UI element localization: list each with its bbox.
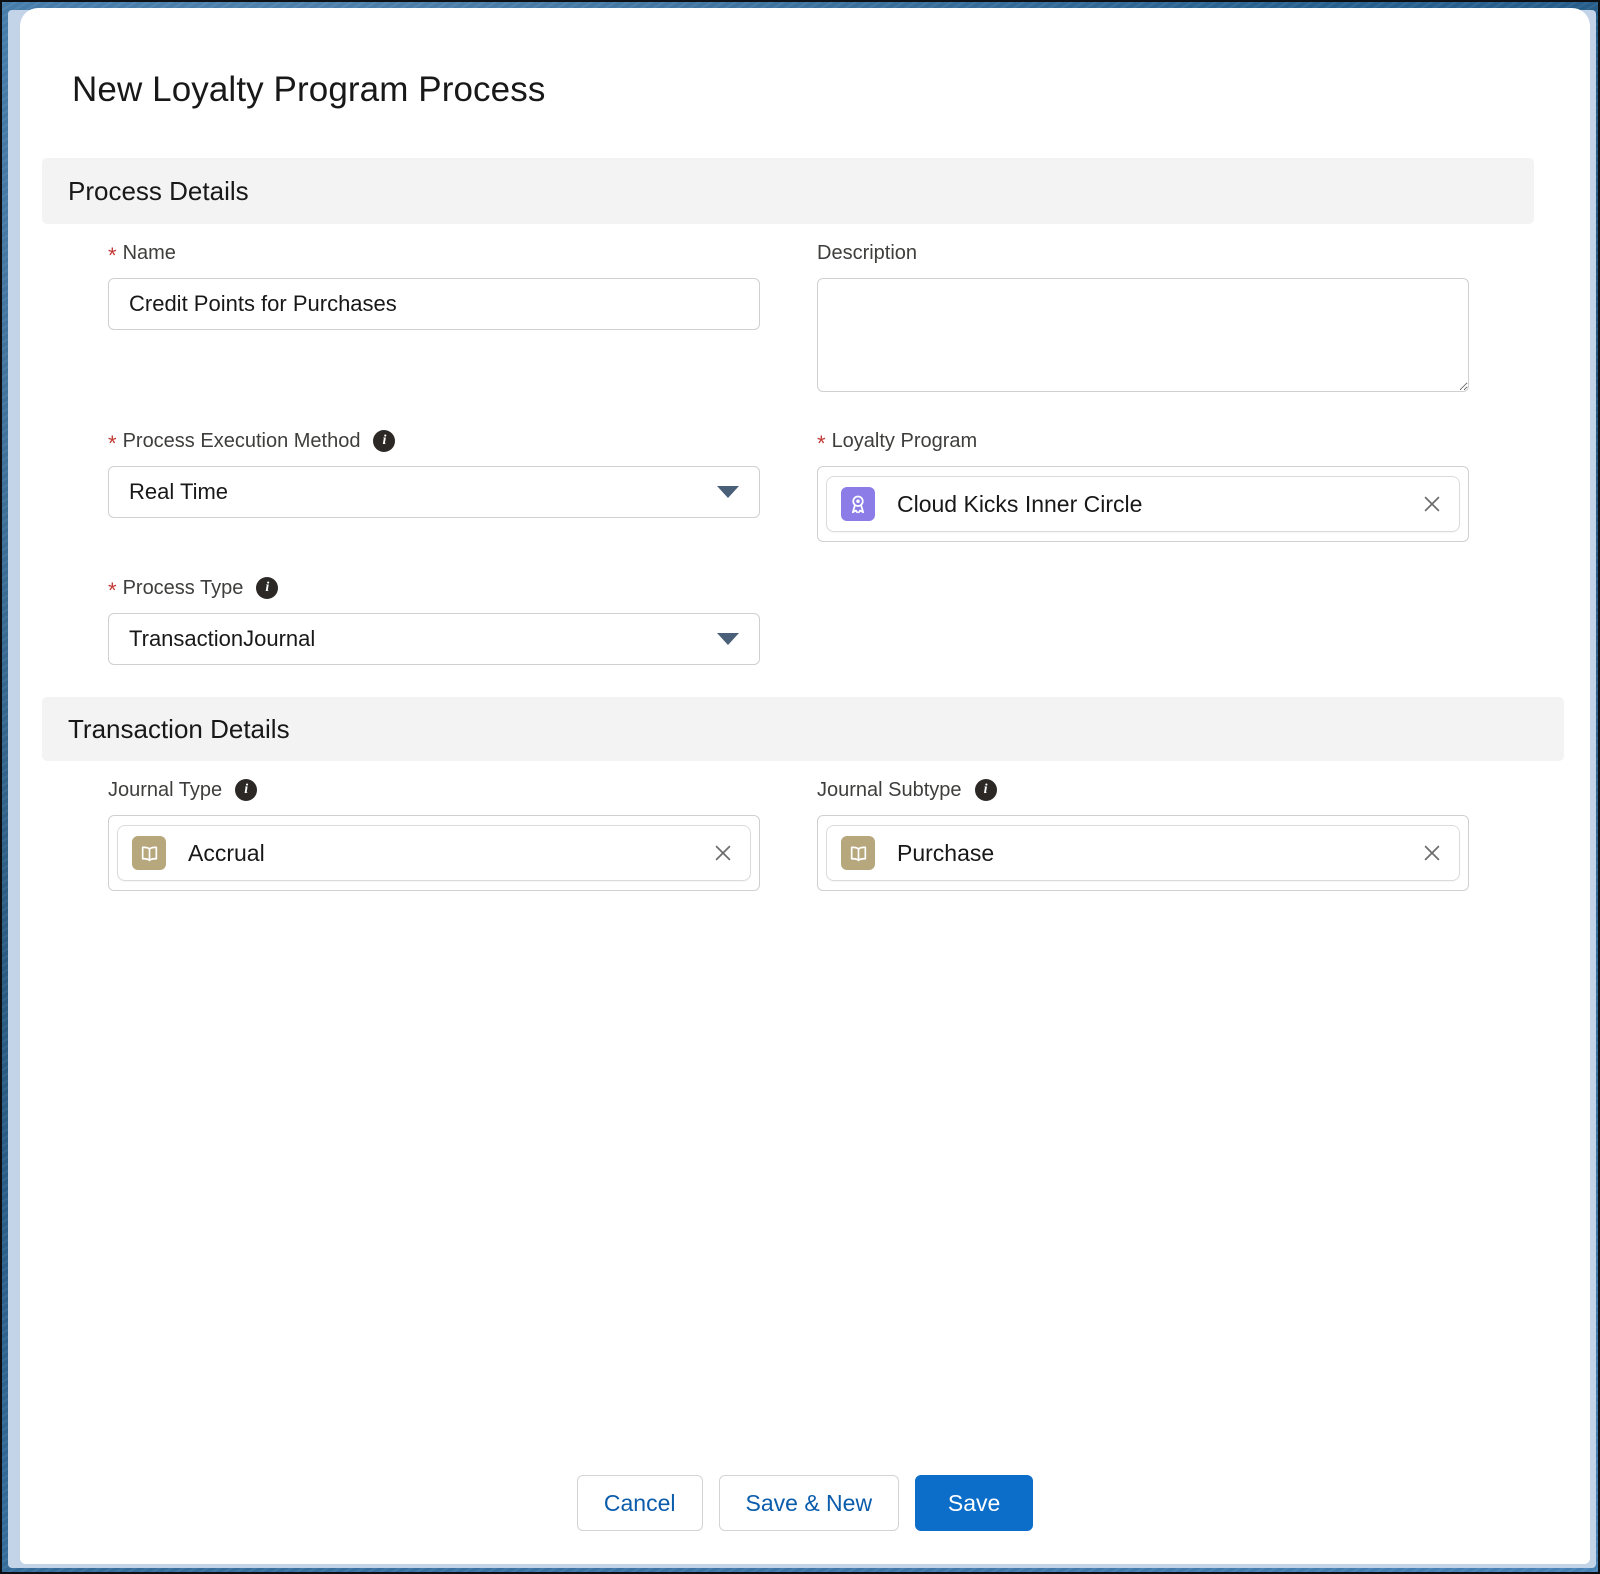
save-button[interactable]: Save	[915, 1475, 1034, 1531]
label-journal-subtype: Journal Subtype i	[817, 777, 1469, 803]
clear-journal-type-icon[interactable]	[710, 840, 736, 866]
journal-type-lookup[interactable]: Accrual	[108, 815, 760, 891]
required-asterisk-process-type: *	[108, 578, 117, 603]
section-title-transaction-details: Transaction Details	[68, 713, 290, 744]
chevron-down-icon	[717, 486, 739, 498]
label-name-text: Name	[122, 241, 176, 264]
save-and-new-button[interactable]: Save & New	[718, 1475, 900, 1531]
cancel-button[interactable]: Cancel	[576, 1475, 703, 1531]
description-textarea[interactable]	[817, 278, 1469, 392]
label-name: * Name	[108, 240, 760, 268]
loyalty-program-value: Cloud Kicks Inner Circle	[897, 490, 1143, 517]
field-journal-subtype: Journal Subtype i Purchase	[817, 777, 1469, 891]
label-process-type-text: Process Type	[122, 576, 244, 599]
label-description: Description	[817, 240, 1469, 266]
field-process-execution-method: * Process Execution Method i Real Time	[108, 428, 760, 518]
field-name: * Name	[108, 240, 760, 330]
new-loyalty-program-process-modal: New Loyalty Program Process Process Deta…	[20, 8, 1590, 1564]
page-title: New Loyalty Program Process	[72, 70, 546, 109]
journal-subtype-value: Purchase	[897, 839, 995, 866]
loyalty-program-selected-pill[interactable]: Cloud Kicks Inner Circle	[826, 476, 1460, 532]
info-icon-journal-type[interactable]: i	[235, 779, 258, 801]
journal-book-icon	[841, 836, 875, 870]
label-process-type: * Process Type i	[108, 575, 760, 603]
label-description-text: Description	[817, 241, 918, 264]
modal-footer: Cancel Save & New Save	[20, 1452, 1590, 1564]
section-title-process-details: Process Details	[68, 175, 249, 206]
desktop-background: New Loyalty Program Process Process Deta…	[0, 0, 1600, 1574]
process-type-value: TransactionJournal	[129, 626, 316, 651]
journal-type-selected-pill[interactable]: Accrual	[117, 825, 751, 881]
process-execution-method-combobox[interactable]: Real Time	[108, 466, 760, 518]
info-icon-process-type[interactable]: i	[256, 577, 279, 599]
journal-book-icon	[132, 836, 166, 870]
field-description: Description	[817, 240, 1469, 397]
label-journal-type: Journal Type i	[108, 777, 760, 803]
name-input[interactable]	[108, 278, 760, 330]
label-loyalty-program-text: Loyalty Program	[831, 429, 978, 452]
required-asterisk-name: *	[108, 243, 117, 268]
label-journal-subtype-text: Journal Subtype	[817, 778, 962, 801]
required-asterisk-loyalty-program: *	[817, 431, 826, 456]
info-icon-process-execution-method[interactable]: i	[373, 430, 396, 452]
label-process-execution-method: * Process Execution Method i	[108, 428, 760, 456]
field-journal-type: Journal Type i Accrual	[108, 777, 760, 891]
journal-subtype-lookup[interactable]: Purchase	[817, 815, 1469, 891]
section-header-process-details: Process Details	[42, 158, 1534, 224]
field-loyalty-program: * Loyalty Program Cloud Kicks Inner Circ…	[817, 428, 1469, 542]
loyalty-program-badge-icon	[841, 487, 875, 521]
info-icon-journal-subtype[interactable]: i	[974, 779, 997, 801]
process-type-combobox[interactable]: TransactionJournal	[108, 613, 760, 665]
label-process-execution-method-text: Process Execution Method	[122, 429, 361, 452]
clear-loyalty-program-icon[interactable]	[1419, 491, 1445, 517]
field-process-type: * Process Type i TransactionJournal	[108, 575, 760, 665]
clear-journal-subtype-icon[interactable]	[1419, 840, 1445, 866]
journal-type-value: Accrual	[188, 839, 265, 866]
loyalty-program-lookup[interactable]: Cloud Kicks Inner Circle	[817, 466, 1469, 542]
process-execution-method-value: Real Time	[129, 479, 229, 504]
required-asterisk-process-execution-method: *	[108, 431, 117, 456]
journal-subtype-selected-pill[interactable]: Purchase	[826, 825, 1460, 881]
section-header-transaction-details: Transaction Details	[42, 697, 1564, 761]
label-journal-type-text: Journal Type	[108, 778, 223, 801]
label-loyalty-program: * Loyalty Program	[817, 428, 1469, 456]
chevron-down-icon	[717, 633, 739, 645]
